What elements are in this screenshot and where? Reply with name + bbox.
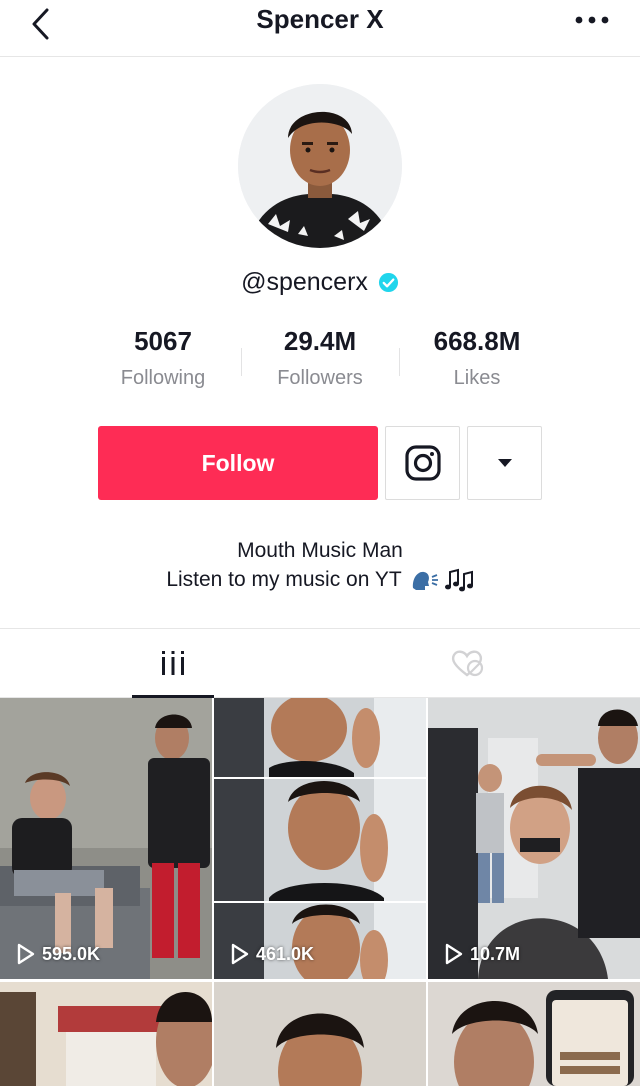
video-thumbnail xyxy=(214,698,426,979)
following-count: 5067 xyxy=(134,326,192,356)
instagram-button[interactable] xyxy=(385,426,460,500)
profile-photo xyxy=(238,84,402,248)
speaking-head-music-emoji xyxy=(410,567,474,593)
more-dots-icon xyxy=(575,16,609,24)
video-thumbnail xyxy=(214,982,426,1086)
profile-stats: 5067 Following 29.4M Followers 668.8M Li… xyxy=(0,326,640,406)
view-count: 595.0K xyxy=(16,943,100,965)
caret-down-icon xyxy=(497,459,512,467)
video-tile[interactable] xyxy=(214,982,426,1086)
hidden-likes-icon xyxy=(451,650,484,677)
following-label: Following xyxy=(120,367,206,389)
view-count-text: 461.0K xyxy=(256,943,315,964)
video-thumbnail xyxy=(0,982,212,1086)
view-count-text: 595.0K xyxy=(42,943,101,964)
stat-following[interactable]: 5067 Following xyxy=(83,326,243,390)
play-outline-icon xyxy=(231,943,249,965)
page-title: Spencer X xyxy=(256,4,384,34)
play-outline-icon xyxy=(17,943,35,965)
view-count: 10.7M xyxy=(444,943,520,965)
video-tile[interactable]: 461.0K xyxy=(214,698,426,979)
instagram-icon xyxy=(404,445,441,481)
username-text: @spencerx xyxy=(241,268,368,296)
follow-button[interactable]: Follow xyxy=(98,426,378,500)
tab-videos[interactable] xyxy=(13,629,333,697)
video-thumbnail xyxy=(428,982,640,1086)
video-tile[interactable]: 595.0K xyxy=(0,698,212,979)
grid-videos-icon xyxy=(162,651,184,675)
more-options-button[interactable] xyxy=(572,8,612,32)
likes-label: Likes xyxy=(453,367,501,389)
video-tile[interactable] xyxy=(0,982,212,1086)
profile-bio: Mouth Music Man Listen to my music on YT xyxy=(0,536,640,594)
verified-badge-icon xyxy=(378,272,398,293)
bio-line-2: Listen to my music on YT xyxy=(0,565,640,594)
video-tile[interactable]: 10.7M xyxy=(428,698,640,979)
stat-followers[interactable]: 29.4M Followers xyxy=(240,326,400,390)
bio-line-2-text: Listen to my music on YT xyxy=(166,568,402,591)
video-tile[interactable] xyxy=(428,982,640,1086)
followers-count: 29.4M xyxy=(283,326,357,356)
followers-label: Followers xyxy=(277,367,363,389)
suggested-accounts-button[interactable] xyxy=(467,426,542,500)
stat-likes: 668.8M Likes xyxy=(397,326,557,390)
bio-line-1: Mouth Music Man xyxy=(237,539,403,562)
video-thumbnail xyxy=(428,698,640,979)
view-count: 461.0K xyxy=(230,943,314,965)
username: @spencerx xyxy=(0,268,640,297)
tab-liked[interactable] xyxy=(307,629,627,697)
avatar[interactable] xyxy=(238,84,402,248)
likes-count: 668.8M xyxy=(433,326,521,356)
video-thumbnail xyxy=(0,698,212,979)
view-count-text: 10.7M xyxy=(470,943,521,964)
top-bar: Spencer X xyxy=(0,0,640,57)
play-outline-icon xyxy=(445,943,463,965)
content-tabs xyxy=(0,628,640,698)
